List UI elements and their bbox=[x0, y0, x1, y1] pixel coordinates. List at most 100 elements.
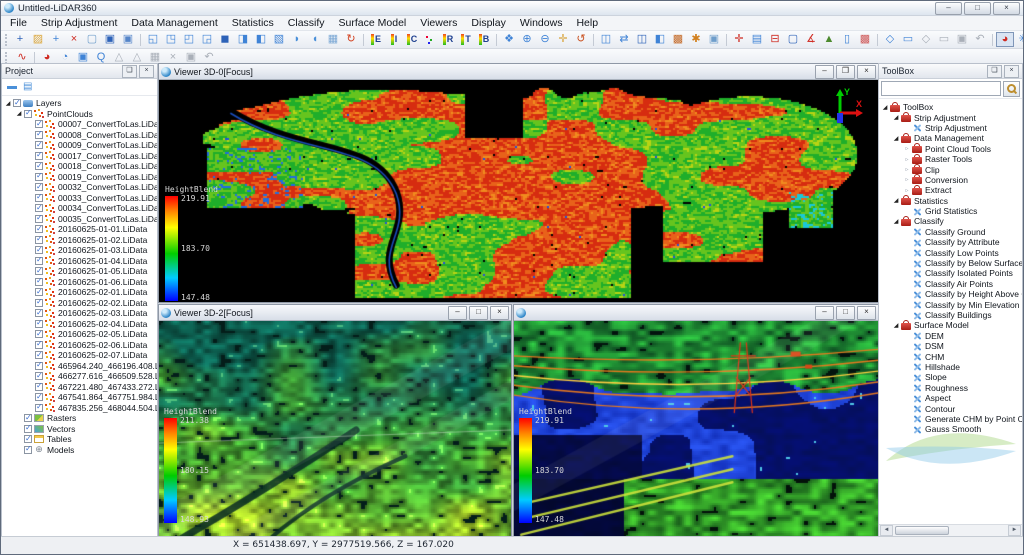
viewer-maximize-button[interactable]: □ bbox=[836, 306, 855, 320]
visibility-checkbox[interactable] bbox=[35, 204, 43, 212]
layer-item[interactable]: 466277.616_466509.528.LiData bbox=[2, 371, 157, 382]
toolbar-grip[interactable] bbox=[5, 34, 7, 46]
visibility-checkbox[interactable] bbox=[35, 141, 43, 149]
cube-view-icon[interactable]: ▧ bbox=[270, 32, 288, 47]
orbit-icon[interactable]: ↻ bbox=[342, 32, 360, 47]
viewer-close-button[interactable]: × bbox=[857, 65, 876, 79]
viewer-3d-0-titlebar[interactable]: Viewer 3D-0[Focus] – ❐ × bbox=[159, 64, 878, 80]
viewer-close-button[interactable]: × bbox=[490, 306, 509, 320]
class-palette-icon[interactable]: ▩ bbox=[669, 32, 687, 47]
layer-item[interactable]: 00035_ConvertToLas.LiData bbox=[2, 214, 157, 225]
visibility-checkbox[interactable] bbox=[13, 99, 21, 107]
perspective-camera-icon[interactable]: ◗ bbox=[288, 32, 306, 47]
layer-item[interactable]: 00007_ConvertToLas.LiData bbox=[2, 119, 157, 130]
toolbox-close-button[interactable]: × bbox=[1004, 65, 1019, 78]
layer-item[interactable]: 00032_ConvertToLas.LiData bbox=[2, 182, 157, 193]
window-maximize-button[interactable]: □ bbox=[964, 2, 991, 15]
add-layer-group-icon[interactable]: ▬ bbox=[7, 80, 17, 94]
visibility-checkbox[interactable] bbox=[35, 320, 43, 328]
menu-help[interactable]: Help bbox=[569, 16, 605, 30]
expander-icon[interactable]: ▹ bbox=[903, 176, 911, 183]
visibility-checkbox[interactable] bbox=[35, 152, 43, 160]
layer-item[interactable]: 00017_ConvertToLas.LiData bbox=[2, 151, 157, 162]
save-as-icon[interactable]: ▣ bbox=[119, 32, 137, 47]
expander-icon[interactable]: ◢ bbox=[892, 114, 900, 121]
menu-data-management[interactable]: Data Management bbox=[124, 16, 224, 30]
toolbox-tool[interactable]: Strip Adjustment bbox=[879, 123, 1022, 133]
point-density-icon[interactable]: ▩ bbox=[856, 32, 874, 47]
layer-item[interactable]: 00018_ConvertToLas.LiData bbox=[2, 161, 157, 172]
pan-icon[interactable]: ✛ bbox=[554, 32, 572, 47]
visibility-checkbox[interactable] bbox=[35, 330, 43, 338]
visibility-checkbox[interactable] bbox=[35, 162, 43, 170]
screenshot-icon[interactable]: ▣ bbox=[705, 32, 723, 47]
layer-group-tables[interactable]: Tables bbox=[2, 434, 157, 445]
window-close-button[interactable]: × bbox=[993, 2, 1020, 15]
layer-item[interactable]: 20160625-01-02.LiData bbox=[2, 235, 157, 246]
search-icon[interactable] bbox=[1003, 81, 1020, 97]
visibility-checkbox[interactable] bbox=[24, 446, 32, 454]
toolbox-tool[interactable]: DSM bbox=[879, 341, 1022, 351]
layer-item[interactable]: 00034_ConvertToLas.LiData bbox=[2, 203, 157, 214]
toolbox-category[interactable]: ◢Data Management bbox=[879, 133, 1022, 143]
left-view-icon[interactable]: ◰ bbox=[180, 32, 198, 47]
zoom-in-icon[interactable]: ⊕ bbox=[518, 32, 536, 47]
toolbox-tool[interactable]: DEM bbox=[879, 331, 1022, 341]
bottom-view-icon[interactable]: ◨ bbox=[234, 32, 252, 47]
expander-icon[interactable]: ▹ bbox=[903, 166, 911, 173]
open-project-icon[interactable]: ▨ bbox=[29, 32, 47, 47]
visibility-checkbox[interactable] bbox=[35, 341, 43, 349]
layer-item[interactable]: 20160625-02-03.LiData bbox=[2, 308, 157, 319]
toolbox-tool[interactable]: CHM bbox=[879, 351, 1022, 361]
display-by-intensity-icon[interactable]: I bbox=[385, 32, 403, 47]
layer-item[interactable]: 465964.240_466196.408.LiData bbox=[2, 361, 157, 372]
toolbox-tool[interactable]: Roughness bbox=[879, 383, 1022, 393]
visibility-checkbox[interactable] bbox=[35, 278, 43, 286]
layer-item[interactable]: 00033_ConvertToLas.LiData bbox=[2, 193, 157, 204]
visibility-checkbox[interactable] bbox=[35, 362, 43, 370]
layer-item[interactable]: 20160625-01-06.LiData bbox=[2, 277, 157, 288]
menu-classify[interactable]: Classify bbox=[281, 16, 332, 30]
layer-item[interactable]: 20160625-01-04.LiData bbox=[2, 256, 157, 267]
menu-viewers[interactable]: Viewers bbox=[413, 16, 464, 30]
back-view-icon[interactable]: ◳ bbox=[162, 32, 180, 47]
toolbox-tool[interactable]: Classify by Below Surface bbox=[879, 258, 1022, 268]
display-by-blend-icon[interactable]: B bbox=[475, 32, 493, 47]
layer-item[interactable]: 00008_ConvertToLas.LiData bbox=[2, 130, 157, 141]
display-by-return-icon[interactable]: R bbox=[439, 32, 457, 47]
front-view-icon[interactable]: ◱ bbox=[144, 32, 162, 47]
toolbox-tool[interactable]: Aspect bbox=[879, 393, 1022, 403]
toolbox-category[interactable]: ▹Extract bbox=[879, 185, 1022, 195]
display-by-elevation-icon[interactable]: E bbox=[367, 32, 385, 47]
toolbox-tool[interactable]: Hillshade bbox=[879, 362, 1022, 372]
toolbox-float-button[interactable]: ❏ bbox=[987, 65, 1002, 78]
layer-item[interactable]: 20160625-01-05.LiData bbox=[2, 266, 157, 277]
visibility-checkbox[interactable] bbox=[24, 425, 32, 433]
viewer-minimize-button[interactable]: – bbox=[815, 65, 834, 79]
visibility-checkbox[interactable] bbox=[24, 435, 32, 443]
visibility-checkbox[interactable] bbox=[35, 309, 43, 317]
layer-group-layers[interactable]: ◢Layers bbox=[2, 98, 157, 109]
visibility-checkbox[interactable] bbox=[35, 404, 43, 412]
viewer-3d-1-titlebar[interactable]: – □ × bbox=[514, 305, 878, 321]
viewer-3d-0-canvas[interactable] bbox=[159, 80, 878, 302]
top-view-icon[interactable]: ◼ bbox=[216, 32, 234, 47]
toolbox-tool[interactable]: Classify Air Points bbox=[879, 279, 1022, 289]
toolbox-category[interactable]: ◢Classify bbox=[879, 216, 1022, 226]
camera-roam-icon[interactable]: ⇄ bbox=[615, 32, 633, 47]
right-view-icon[interactable]: ◲ bbox=[198, 32, 216, 47]
toolbox-tool[interactable]: Classify by Min Elevation bbox=[879, 299, 1022, 309]
toolbox-tool[interactable]: Classify Ground bbox=[879, 227, 1022, 237]
layer-item[interactable]: 20160625-01-01.LiData bbox=[2, 224, 157, 235]
measure-volume-icon[interactable]: ▯ bbox=[838, 32, 856, 47]
toolbox-search-input[interactable] bbox=[881, 81, 1001, 96]
toolbox-tool[interactable]: Classify Buildings bbox=[879, 310, 1022, 320]
viewer-close-button[interactable]: × bbox=[857, 306, 876, 320]
layer-group-rasters[interactable]: Rasters bbox=[2, 413, 157, 424]
zoom-out-icon[interactable]: ⊖ bbox=[536, 32, 554, 47]
layer-item[interactable]: 20160625-02-04.LiData bbox=[2, 319, 157, 330]
layer-item[interactable]: 20160625-02-07.LiData bbox=[2, 350, 157, 361]
expander-icon[interactable]: ▹ bbox=[903, 156, 911, 163]
menu-surface-model[interactable]: Surface Model bbox=[332, 16, 414, 30]
measure-distance-icon[interactable]: ▢ bbox=[784, 32, 802, 47]
